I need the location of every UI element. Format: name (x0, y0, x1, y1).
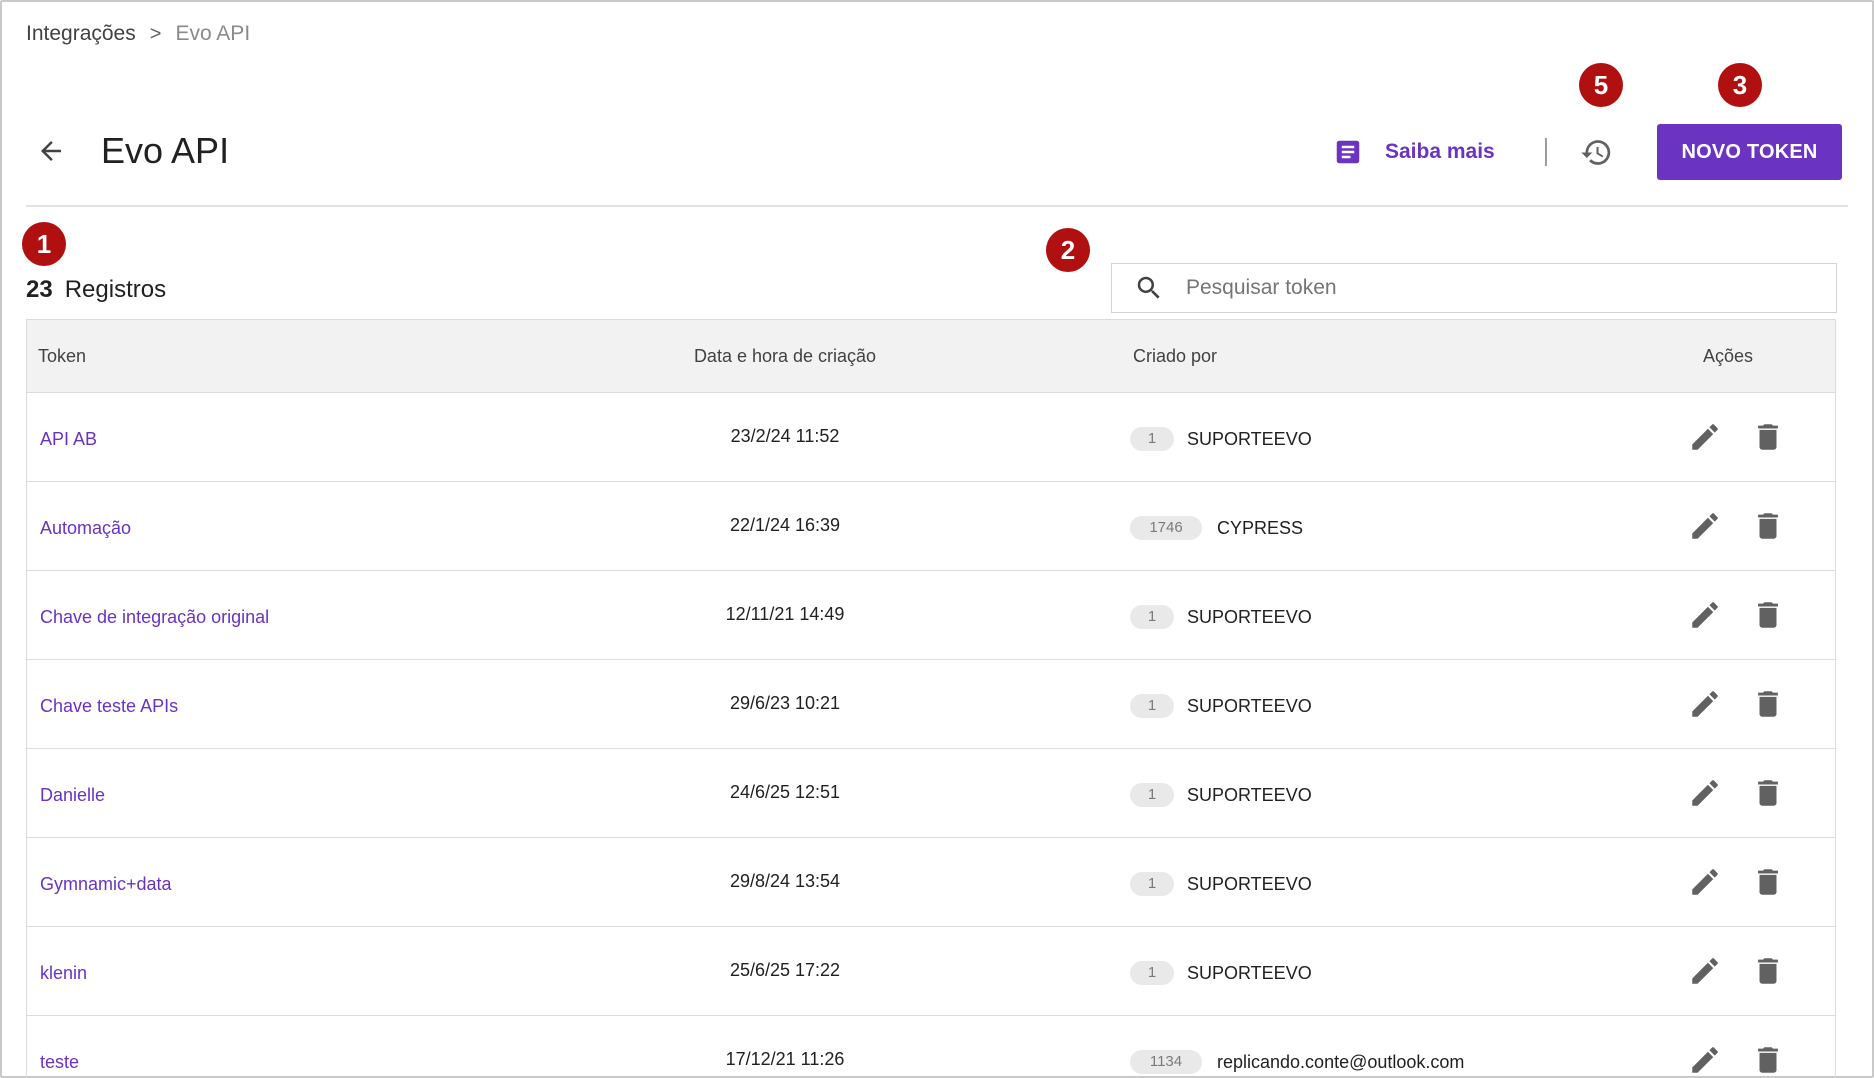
token-name-link[interactable]: Chave de integração original (40, 607, 269, 628)
token-name-link[interactable]: Gymnamic+data (40, 874, 172, 895)
trash-icon[interactable] (1751, 954, 1785, 988)
created-by-user: SUPORTEEVO (1187, 429, 1312, 449)
trash-icon[interactable] (1751, 687, 1785, 721)
user-id-badge: 1 (1130, 694, 1174, 718)
search-icon (1137, 276, 1160, 299)
breadcrumb-separator: > (149, 22, 162, 45)
table-header: Token Data e hora de criação Criado por … (27, 320, 1835, 393)
trash-icon[interactable] (1751, 598, 1785, 632)
callout-1: 1 (22, 222, 66, 266)
table-row: Chave de integração original 12/11/21 14… (27, 571, 1835, 660)
trash-icon[interactable] (1751, 776, 1785, 810)
created-at: 29/6/23 10:21 (729, 693, 841, 713)
created-by-user: SUPORTEEVO (1187, 607, 1312, 627)
pencil-icon[interactable] (1688, 598, 1722, 632)
callout-3: 3 (1718, 63, 1762, 107)
callout-2: 2 (1046, 228, 1090, 272)
search-input[interactable] (1184, 275, 1788, 301)
trash-icon[interactable] (1751, 1043, 1785, 1077)
table-row: Gymnamic+data 29/8/24 13:54 1 SUPORTEEVO (27, 838, 1835, 927)
user-id-badge: 1 (1130, 783, 1174, 807)
column-header-token[interactable]: Token (38, 346, 86, 367)
created-at: 25/6/25 17:22 (729, 960, 841, 980)
table-row: Chave teste APIs 29/6/23 10:21 1 SUPORTE… (27, 660, 1835, 749)
created-at: 17/12/21 11:26 (725, 1049, 845, 1069)
callout-5: 5 (1579, 63, 1623, 107)
column-header-created-by[interactable]: Criado por (1133, 346, 1217, 367)
pencil-icon[interactable] (1688, 954, 1722, 988)
token-name-link[interactable]: teste (40, 1052, 79, 1073)
new-token-button[interactable]: NOVO TOKEN (1657, 124, 1842, 180)
table-row: Automação 22/1/24 16:39 1746 CYPRESS (27, 482, 1835, 571)
user-id-badge: 1 (1130, 605, 1174, 629)
table-row: Danielle 24/6/25 12:51 1 SUPORTEEVO (27, 749, 1835, 838)
created-by-user: SUPORTEEVO (1187, 963, 1312, 983)
record-count-number: 23 (26, 276, 53, 303)
token-name-link[interactable]: Chave teste APIs (40, 696, 178, 717)
breadcrumb-current: Evo API (175, 22, 251, 45)
pencil-icon[interactable] (1688, 776, 1722, 810)
user-id-badge: 1134 (1130, 1050, 1202, 1074)
header-divider-line (26, 205, 1848, 207)
created-at: 29/8/24 13:54 (729, 871, 841, 891)
pencil-icon[interactable] (1688, 1043, 1722, 1077)
user-id-badge: 1 (1130, 961, 1174, 985)
pencil-icon[interactable] (1688, 687, 1722, 721)
token-name-link[interactable]: klenin (40, 963, 87, 984)
created-by-user: replicando.conte@outlook.com (1217, 1052, 1465, 1072)
tokens-table: Token Data e hora de criação Criado por … (26, 319, 1836, 1078)
table-row: klenin 25/6/25 17:22 1 SUPORTEEVO (27, 927, 1835, 1016)
created-at: 24/6/25 12:51 (729, 782, 841, 802)
record-count-label: Registros (64, 276, 167, 303)
user-id-badge: 1746 (1130, 516, 1202, 540)
history-icon[interactable] (1580, 136, 1613, 169)
created-at: 12/11/21 14:49 (725, 604, 845, 624)
document-icon (1336, 140, 1360, 164)
created-by-user: SUPORTEEVO (1187, 785, 1312, 805)
trash-icon[interactable] (1751, 865, 1785, 899)
token-name-link[interactable]: API AB (40, 429, 97, 450)
header-divider (1545, 138, 1547, 166)
pencil-icon[interactable] (1688, 865, 1722, 899)
token-name-link[interactable]: Danielle (40, 785, 105, 806)
created-by-user: CYPRESS (1217, 518, 1304, 538)
user-id-badge: 1 (1130, 427, 1174, 451)
arrow-left-icon[interactable] (36, 136, 66, 166)
token-name-link[interactable]: Automação (40, 518, 131, 539)
created-at: 22/1/24 16:39 (729, 515, 841, 535)
table-row: teste 17/12/21 11:26 1134 replicando.con… (27, 1016, 1835, 1078)
trash-icon[interactable] (1751, 509, 1785, 543)
user-id-badge: 1 (1130, 872, 1174, 896)
column-header-date[interactable]: Data e hora de criação (658, 346, 912, 367)
column-header-actions: Ações (1703, 346, 1754, 366)
learn-more-link[interactable]: Saiba mais (1333, 137, 1495, 167)
record-count: 23 Registros (26, 276, 166, 304)
breadcrumb: Integrações > Evo API (26, 22, 250, 46)
pencil-icon[interactable] (1688, 509, 1722, 543)
search-box[interactable] (1111, 263, 1837, 313)
table-row: API AB 23/2/24 11:52 1 SUPORTEEVO (27, 393, 1835, 482)
pencil-icon[interactable] (1688, 420, 1722, 454)
learn-more-label: Saiba mais (1385, 140, 1495, 163)
page-title: Evo API (101, 130, 230, 171)
created-by-user: SUPORTEEVO (1187, 874, 1312, 894)
trash-icon[interactable] (1751, 420, 1785, 454)
created-by-user: SUPORTEEVO (1187, 696, 1312, 716)
breadcrumb-parent[interactable]: Integrações (26, 22, 136, 46)
created-at: 23/2/24 11:52 (730, 426, 840, 446)
